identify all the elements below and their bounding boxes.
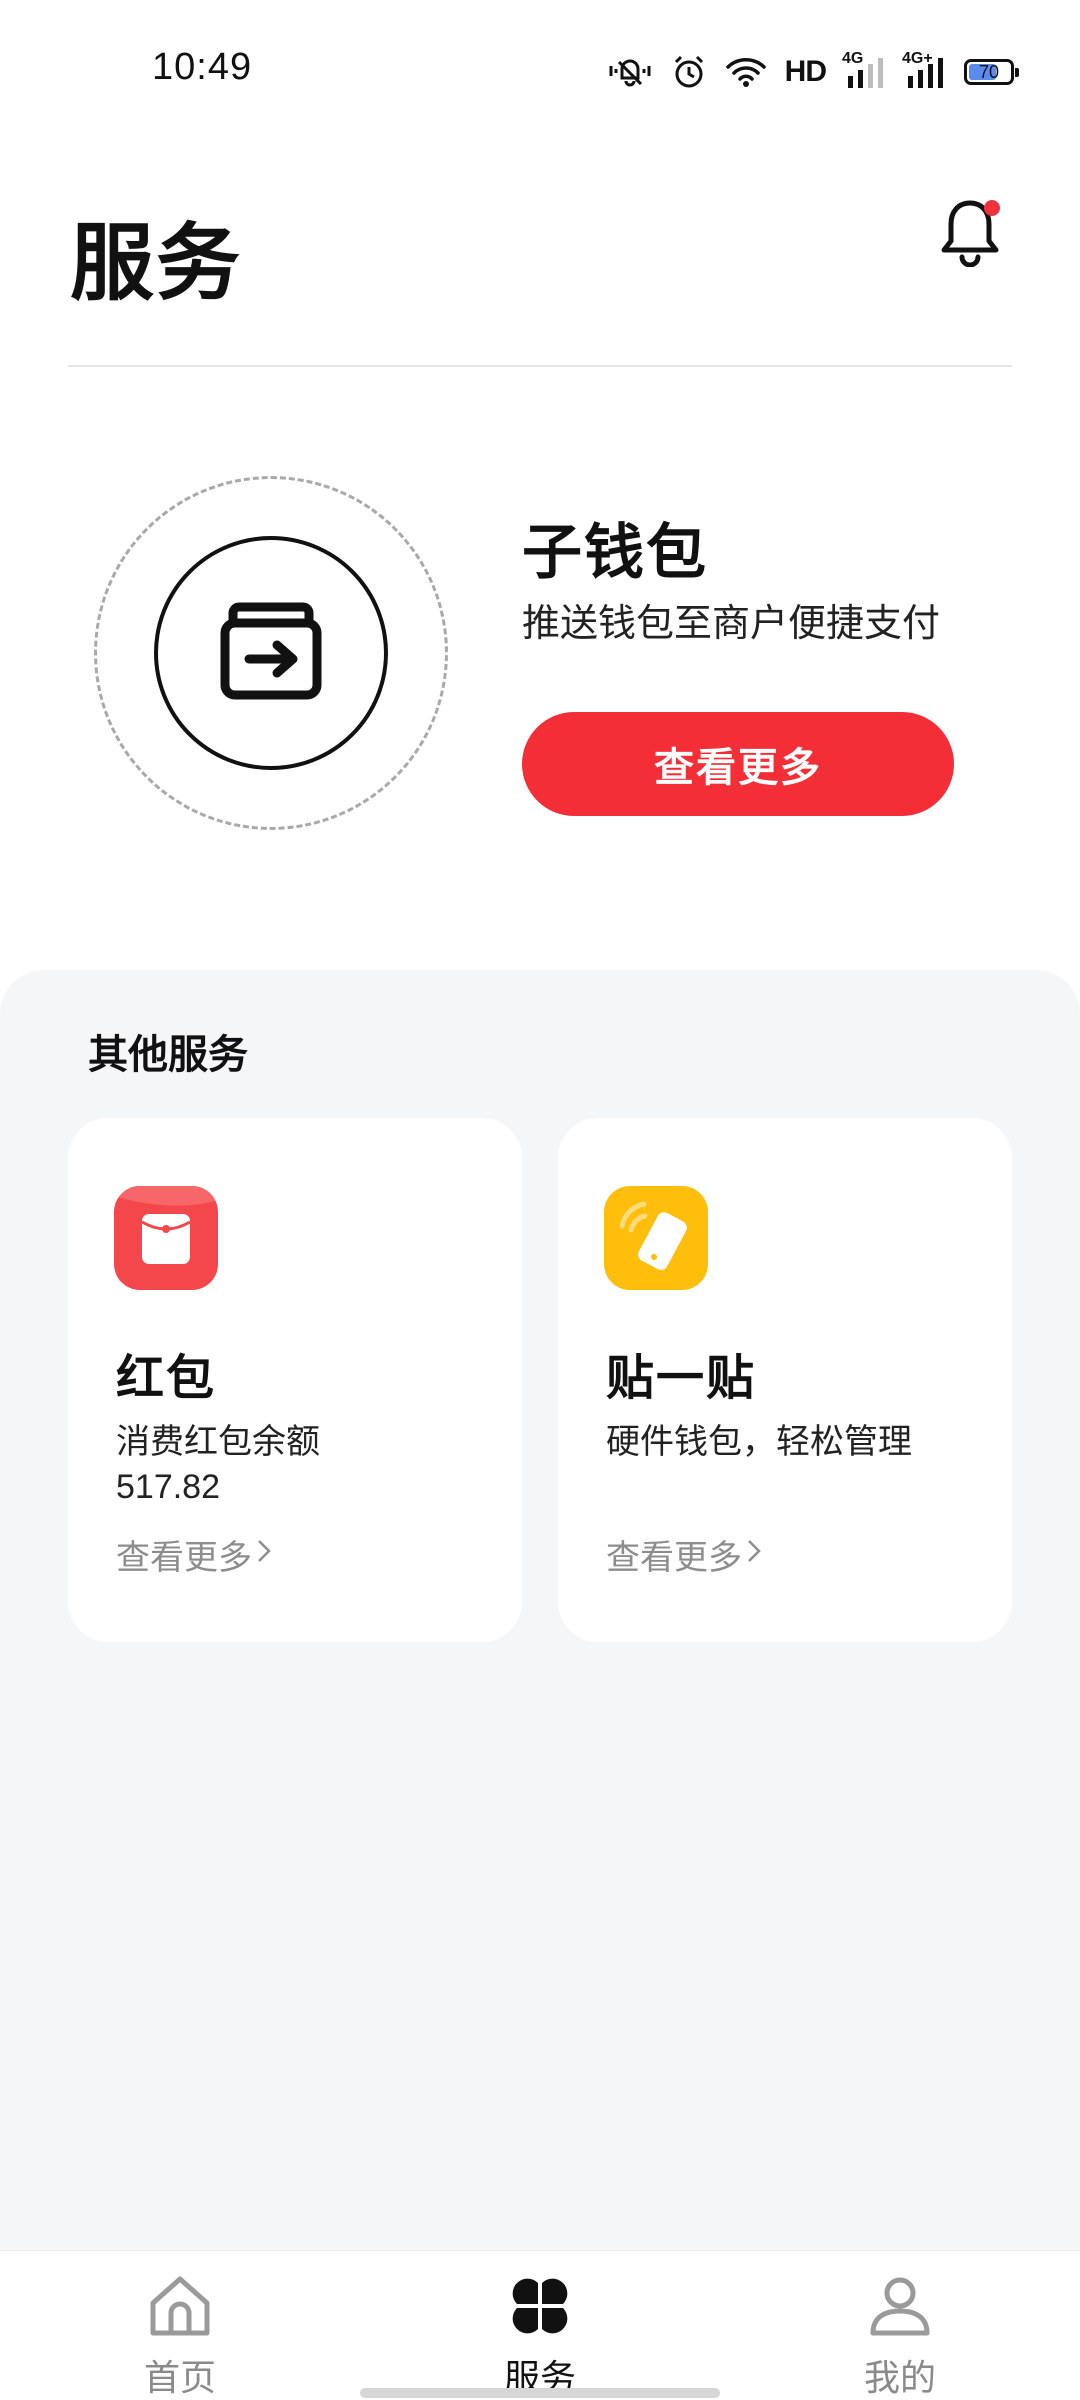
home-icon xyxy=(145,2267,215,2345)
network-type-label: 4G xyxy=(842,50,864,67)
view-more-label: 查看更多 xyxy=(116,1539,252,1577)
signal-icon: 4G+ xyxy=(902,50,946,90)
unread-badge xyxy=(984,200,1000,216)
battery-tip xyxy=(1015,68,1019,77)
alarm-icon xyxy=(671,54,707,90)
chevron-right-icon xyxy=(256,1535,272,1574)
profile-icon xyxy=(865,2267,935,2345)
nav-item-services[interactable]: 服务 xyxy=(440,2251,640,2400)
battery-level: 70 xyxy=(978,61,1000,82)
services-grid-icon xyxy=(505,2267,575,2345)
nav-item-mine[interactable]: 我的 xyxy=(800,2251,1000,2400)
network-type-label: 4G+ xyxy=(902,50,933,67)
card-description: 消费红包余额 xyxy=(116,1423,320,1461)
view-more-button[interactable]: 查看更多 xyxy=(522,712,954,816)
red-packet-card[interactable]: 红包 消费红包余额 517.82 查看更多 xyxy=(68,1118,522,1642)
page-title: 服务 xyxy=(70,216,243,310)
home-indicator[interactable] xyxy=(360,2388,720,2398)
header-divider xyxy=(68,365,1012,367)
balance-value: 517.82 xyxy=(116,1468,220,1506)
bottom-nav: 首页 服务 我的 xyxy=(0,2250,1080,2400)
view-more-link[interactable]: 查看更多 xyxy=(606,1530,762,1579)
red-packet-icon xyxy=(114,1186,218,1290)
signal-icon: 4G xyxy=(842,50,886,90)
notification-button[interactable] xyxy=(930,194,1010,274)
hero-subtitle: 推送钱包至商户便捷支付 xyxy=(522,603,941,645)
hero-icon-circle xyxy=(154,536,388,770)
tap-phone-icon xyxy=(604,1186,708,1290)
view-more-link[interactable]: 查看更多 xyxy=(116,1530,272,1579)
status-bar: 10:49 HD 4G 4G+ 70 xyxy=(0,0,1080,140)
hd-indicator: HD xyxy=(784,55,827,88)
mute-vibrate-icon xyxy=(607,54,653,90)
nav-label: 首页 xyxy=(143,2357,216,2398)
wifi-icon xyxy=(725,55,767,89)
view-more-label: 查看更多 xyxy=(606,1539,742,1577)
status-icons: HD 4G 4G+ 70 xyxy=(607,50,1019,92)
card-title: 红包 xyxy=(116,1352,217,1405)
chevron-right-icon xyxy=(746,1535,762,1574)
card-title: 贴一贴 xyxy=(606,1352,757,1405)
battery-icon: 70 xyxy=(964,59,1019,85)
hero-title: 子钱包 xyxy=(522,519,708,586)
card-description: 硬件钱包，轻松管理 xyxy=(606,1423,912,1461)
section-title: 其他服务 xyxy=(88,1033,248,1077)
services-page: 10:49 HD 4G 4G+ 70 服务 子钱包 推送钱包至商户便捷支付 查看… xyxy=(0,0,1080,2400)
wallet-transfer-icon xyxy=(219,601,323,706)
tap-card[interactable]: 贴一贴 硬件钱包，轻松管理 查看更多 xyxy=(558,1118,1012,1642)
nav-item-home[interactable]: 首页 xyxy=(80,2251,280,2400)
nav-label: 我的 xyxy=(863,2357,936,2398)
status-time: 10:49 xyxy=(152,46,253,88)
